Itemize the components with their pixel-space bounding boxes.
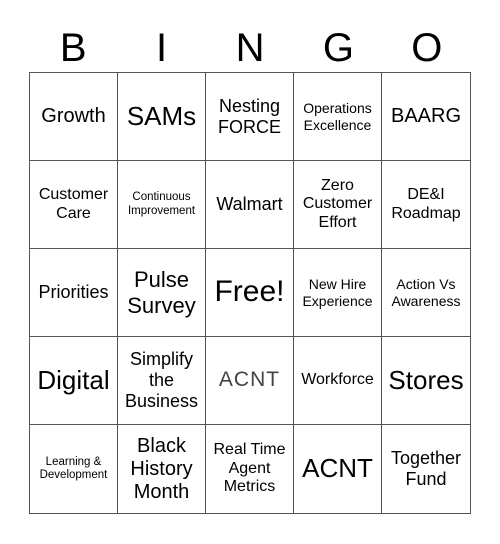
bingo-cell[interactable]: Nesting FORCE xyxy=(206,73,294,161)
bingo-cell[interactable]: Together Fund xyxy=(382,425,470,513)
free-space-cell[interactable]: Free! xyxy=(206,249,294,337)
bingo-cell[interactable]: New Hire Experience xyxy=(294,249,382,337)
bingo-cell[interactable]: Walmart xyxy=(206,161,294,249)
bingo-cell[interactable]: Operations Excellence xyxy=(294,73,382,161)
bingo-cell[interactable]: BAARG xyxy=(382,73,470,161)
bingo-cell[interactable]: Black History Month xyxy=(118,425,206,513)
bingo-cell[interactable]: Learning & Development xyxy=(30,425,118,513)
bingo-cell[interactable]: Workforce xyxy=(294,337,382,425)
header-letter-b: B xyxy=(59,26,87,70)
bingo-cell[interactable]: SAMs xyxy=(118,73,206,161)
header-letter-g: G xyxy=(322,26,354,70)
bingo-cell[interactable]: ACNT xyxy=(294,425,382,513)
bingo-cell[interactable]: Continuous Improvement xyxy=(118,161,206,249)
bingo-cell[interactable]: Digital xyxy=(30,337,118,425)
bingo-cell[interactable]: Priorities xyxy=(30,249,118,337)
acnt-logo-cell[interactable]: ACNT xyxy=(206,337,294,425)
bingo-header: B I N G O xyxy=(29,22,471,72)
header-letter-i: I xyxy=(156,26,168,70)
header-letter-o: O xyxy=(411,26,443,70)
bingo-cell[interactable]: Simplify the Business xyxy=(118,337,206,425)
bingo-cell[interactable]: Zero Customer Effort xyxy=(294,161,382,249)
bingo-cell[interactable]: Pulse Survey xyxy=(118,249,206,337)
bingo-cell[interactable]: Action Vs Awareness xyxy=(382,249,470,337)
bingo-cell[interactable]: Real Time Agent Metrics xyxy=(206,425,294,513)
bingo-card: Growth SAMs Nesting FORCE Operations Exc… xyxy=(29,72,471,514)
bingo-cell[interactable]: DE&I Roadmap xyxy=(382,161,470,249)
bingo-cell[interactable]: Stores xyxy=(382,337,470,425)
header-letter-n: N xyxy=(235,26,265,70)
bingo-cell[interactable]: Growth xyxy=(30,73,118,161)
bingo-cell[interactable]: Customer Care xyxy=(30,161,118,249)
